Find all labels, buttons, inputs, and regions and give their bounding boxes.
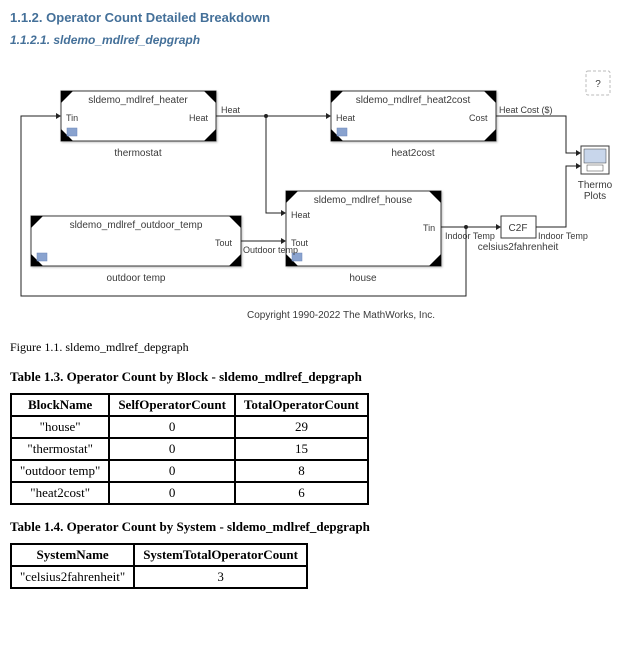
signal-outdoor-temp: Outdoor temp [243, 245, 298, 255]
block-heater[interactable]: sldemo_mdlref_heater Tin Heat [61, 91, 216, 141]
table1-title: Table 1.3. Operator Count by Block - sld… [10, 369, 622, 385]
simulink-diagram: ? sldemo_mdlref_heater Tin Heat thermost… [10, 65, 620, 322]
svg-text:Heat: Heat [291, 210, 311, 220]
section-heading: 1.1.2. Operator Count Detailed Breakdown [10, 10, 622, 25]
svg-text:Tin: Tin [423, 223, 435, 233]
subsection-heading: 1.1.2.1. sldemo_mdlref_depgraph [10, 33, 622, 47]
svg-text:Heat: Heat [336, 113, 356, 123]
svg-text:sldemo_mdlref_heater: sldemo_mdlref_heater [88, 95, 188, 106]
table-row: "outdoor temp"08 [11, 460, 368, 482]
block-heat2cost[interactable]: sldemo_mdlref_heat2cost Heat Cost [331, 91, 496, 141]
block-outdoor-temp[interactable]: sldemo_mdlref_outdoor_temp Tout [31, 216, 241, 266]
block-scope[interactable] [581, 146, 609, 174]
block-c2f-label: celsius2fahrenheit [478, 242, 559, 253]
block-scope-label-1: Thermo [578, 180, 613, 191]
table-operator-by-block: BlockName SelfOperatorCount TotalOperato… [10, 393, 369, 505]
svg-text:sldemo_mdlref_house: sldemo_mdlref_house [314, 195, 413, 206]
block-scope-label-2: Plots [584, 191, 606, 202]
block-heater-label: thermostat [114, 148, 161, 159]
table-row: "heat2cost"06 [11, 482, 368, 504]
model-ref-icon [67, 128, 77, 136]
block-c2f[interactable]: C2F [501, 216, 536, 238]
svg-text:sldemo_mdlref_outdoor_temp: sldemo_mdlref_outdoor_temp [70, 220, 203, 231]
svg-text:Cost: Cost [469, 113, 488, 123]
table1-h1: SelfOperatorCount [109, 394, 235, 416]
svg-text:Tin: Tin [66, 113, 78, 123]
signal-heat-cost: Heat Cost ($) [499, 105, 553, 115]
svg-text:sldemo_mdlref_heat2cost: sldemo_mdlref_heat2cost [356, 95, 471, 106]
help-label: ? [595, 79, 601, 90]
model-ref-icon [337, 128, 347, 136]
block-house-label: house [349, 273, 377, 284]
table-row: "celsius2fahrenheit"3 [11, 566, 307, 588]
figure-caption: Figure 1.1. sldemo_mdlref_depgraph [10, 340, 622, 355]
svg-text:Tout: Tout [215, 238, 233, 248]
signal-indoor-temp: Indoor Temp [445, 231, 495, 241]
svg-text:Heat: Heat [189, 113, 209, 123]
signal-indoor-temp-2: Indoor Temp [538, 231, 588, 241]
table-row: "house"029 [11, 416, 368, 438]
copyright: Copyright 1990-2022 The MathWorks, Inc. [247, 310, 435, 321]
table2-h1: SystemTotalOperatorCount [134, 544, 307, 566]
table2-title: Table 1.4. Operator Count by System - sl… [10, 519, 622, 535]
svg-text:C2F: C2F [509, 223, 528, 234]
table-row: "thermostat"015 [11, 438, 368, 460]
block-house[interactable]: sldemo_mdlref_house Heat Tout Tin [286, 191, 441, 266]
table2-h0: SystemName [11, 544, 134, 566]
table1-h0: BlockName [11, 394, 109, 416]
table1-h2: TotalOperatorCount [235, 394, 368, 416]
signal-heat: Heat [221, 105, 241, 115]
block-outdoor-label: outdoor temp [107, 273, 166, 284]
table-operator-by-system: SystemName SystemTotalOperatorCount "cel… [10, 543, 308, 589]
block-heat2cost-label: heat2cost [391, 148, 435, 159]
model-ref-icon [37, 253, 47, 261]
